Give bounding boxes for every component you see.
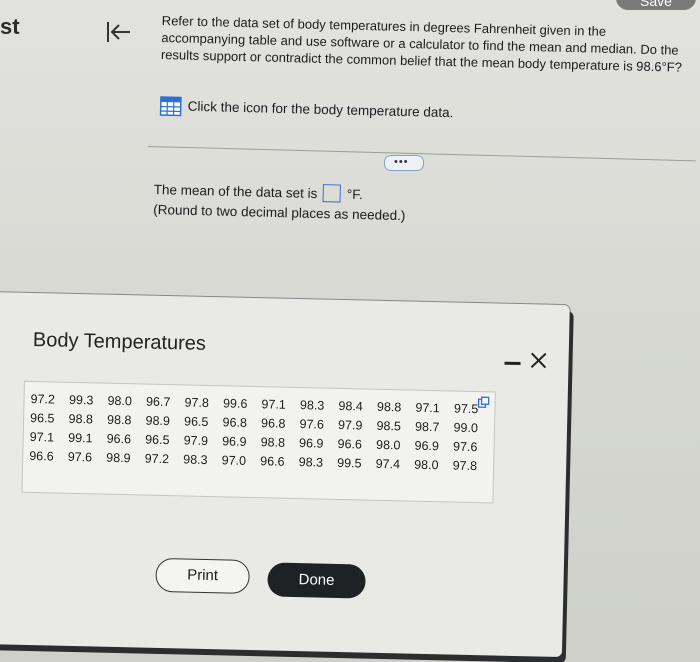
- dialog-title: Body Temperatures: [32, 328, 207, 355]
- done-button[interactable]: Done: [267, 562, 366, 599]
- sidebar-fragment: st: [0, 14, 20, 39]
- table-cell: 99.0: [453, 420, 479, 436]
- table-cell: 99.6: [222, 396, 248, 411]
- table-cell: 98.8: [68, 411, 94, 427]
- table-cell: 97.2: [144, 451, 170, 467]
- table-cell: 97.1: [261, 397, 287, 412]
- table-cell: 97.2: [30, 391, 56, 407]
- table-cell: 98.0: [107, 393, 133, 409]
- table-cell: 98.8: [260, 435, 286, 450]
- expand-dots: •••: [394, 156, 409, 168]
- table-cell: 97.8: [452, 458, 478, 474]
- table-cell: 97.4: [375, 456, 401, 472]
- table-cell: 96.6: [337, 436, 363, 452]
- table-cell: 97.1: [415, 400, 440, 416]
- minimize-icon[interactable]: [504, 361, 521, 366]
- table-cell: 98.9: [145, 413, 171, 429]
- body-temperatures-dialog: Body Temperatures 97.2 99.3 98.0 96.7 97.8 99…: [0, 292, 570, 658]
- table-cell: 98.9: [106, 450, 131, 466]
- table-cell: 98.3: [183, 452, 208, 467]
- temperature-table: 97.2 99.3 98.0 96.7 97.8 99.6 97.1 98.3 98.4 98.8…: [21, 380, 496, 504]
- table-cell: 98.4: [338, 398, 364, 414]
- table-cell: 99.5: [337, 455, 362, 471]
- table-cell: 96.8: [222, 415, 248, 430]
- table-cell: 96.6: [260, 454, 285, 469]
- table-cell: 97.6: [67, 449, 93, 465]
- table-cell: 96.5: [183, 414, 209, 429]
- back-arrow-icon[interactable]: [104, 18, 134, 48]
- table-cell: 96.6: [106, 431, 132, 447]
- data-link-label[interactable]: Click the icon for the body temperature …: [188, 99, 454, 120]
- table-cell: 97.5: [453, 401, 479, 417]
- table-cell: 96.6: [29, 448, 54, 464]
- answer-suffix: °F.: [346, 186, 363, 203]
- table-cell: 97.1: [29, 429, 55, 445]
- print-button[interactable]: Print: [155, 557, 250, 594]
- table-cell: 97.8: [184, 395, 210, 410]
- table-cell: 98.7: [414, 419, 440, 435]
- close-icon[interactable]: [528, 350, 548, 370]
- save-button[interactable]: Save: [616, 0, 696, 10]
- table-cell: 96.5: [29, 410, 55, 426]
- table-cell: 96.9: [222, 434, 247, 449]
- table-cell: 96.9: [298, 436, 324, 451]
- table-cell: 96.7: [145, 394, 171, 410]
- table-cell: 98.8: [106, 412, 132, 428]
- expand-button[interactable]: •••: [384, 155, 424, 171]
- table-cell: 97.9: [337, 417, 363, 433]
- answer-prefix: The mean of the data set is: [153, 181, 318, 201]
- table-icon[interactable]: [159, 96, 182, 117]
- table-cell: 98.8: [376, 399, 402, 415]
- table-cell: 99.1: [68, 430, 93, 446]
- table-body: 97.2 99.3 98.0 96.7 97.8 99.6 97.1 98.3 98.4 98.8…: [25, 382, 495, 473]
- table-cell: 96.8: [260, 416, 286, 431]
- table-cell: 97.6: [299, 417, 325, 432]
- table-cell: 96.5: [145, 432, 170, 448]
- table-cell: 98.0: [375, 437, 401, 453]
- table-cell: 96.9: [414, 438, 440, 454]
- table-cell: 98.0: [414, 457, 439, 473]
- table-cell: 97.9: [183, 433, 209, 448]
- table-cell: 98.3: [299, 398, 325, 413]
- table-cell: 98.3: [298, 455, 324, 470]
- mean-answer-input[interactable]: [322, 184, 342, 203]
- table-cell: 97.0: [221, 453, 247, 468]
- table-cell: 97.6: [452, 439, 478, 455]
- table-cell: 99.3: [68, 392, 94, 408]
- table-cell: 98.5: [376, 418, 402, 434]
